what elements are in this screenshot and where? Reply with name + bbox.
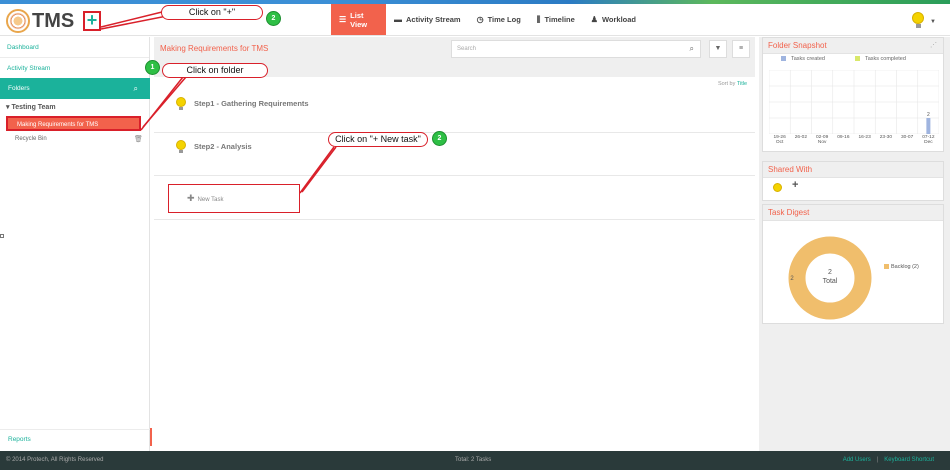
callout-plus: Click on "+" [161,5,263,20]
callout-folder: Click on folder [162,63,268,78]
step-badge: 2 [266,11,281,26]
step-badge: 2 [432,131,447,146]
annotation-lines [100,11,337,194]
step-badge: 1 [145,60,160,75]
callout-new-task: Click on "+ New task" [328,132,428,147]
